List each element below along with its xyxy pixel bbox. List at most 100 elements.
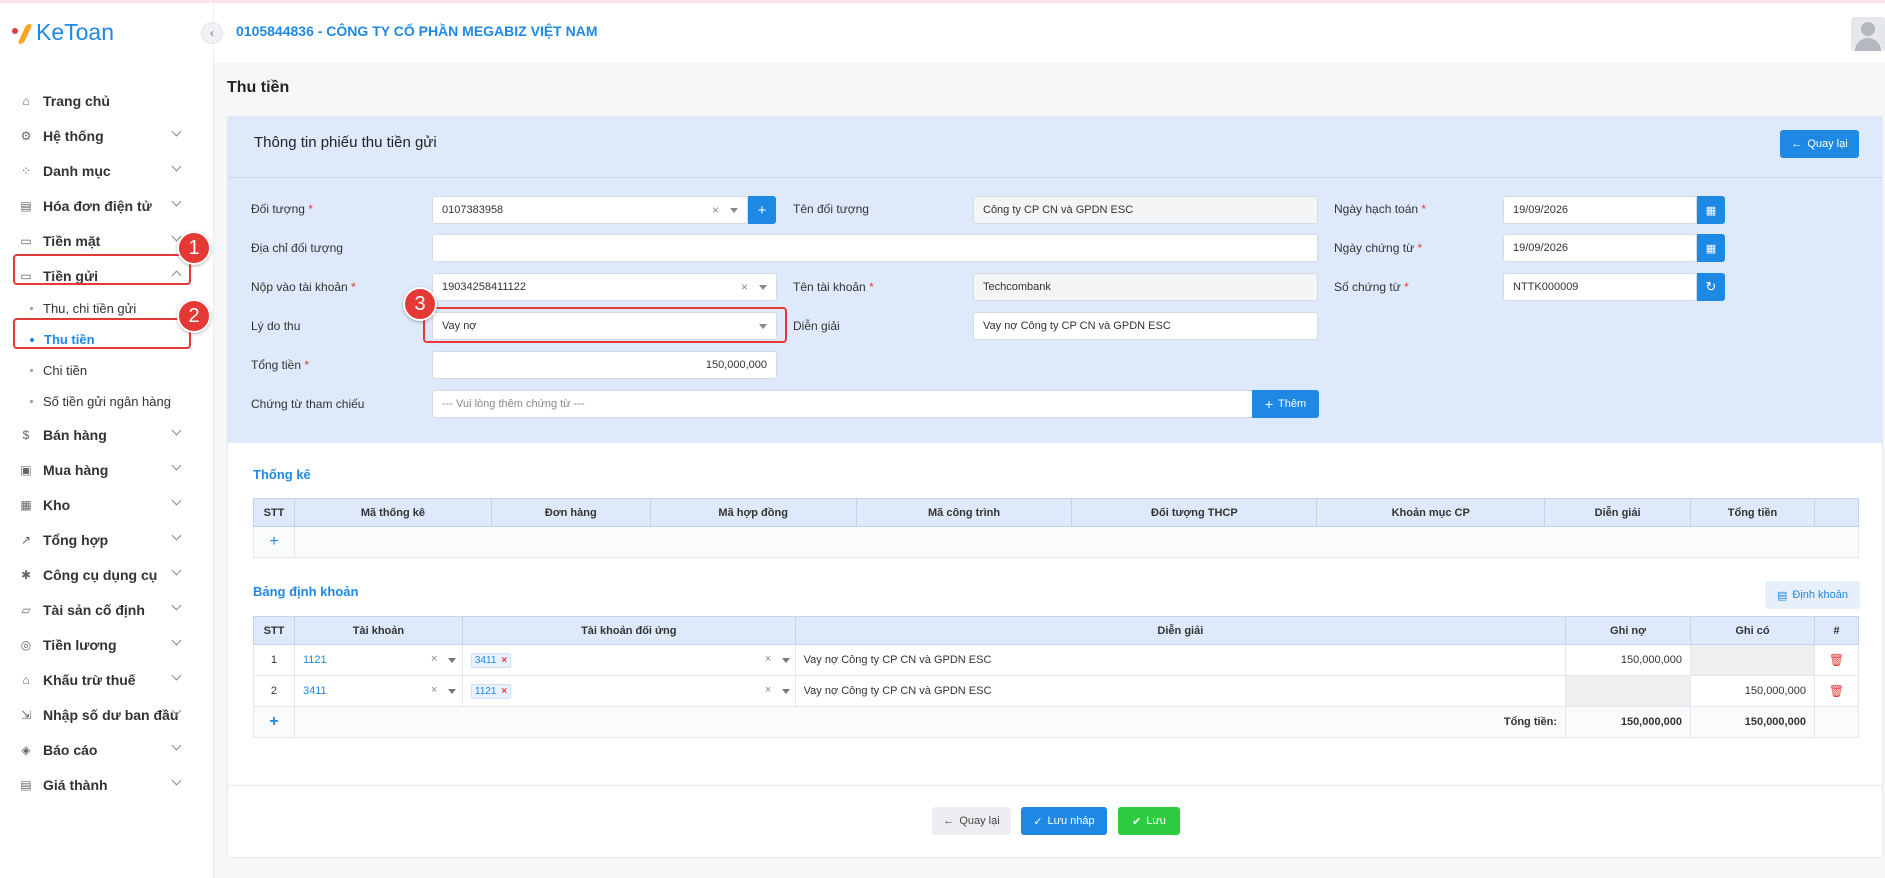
sidebar-item-trang-chu[interactable]: ⌂ Trang chủ [0, 83, 214, 118]
chevron-down-icon [171, 161, 182, 172]
chevron-down-icon [171, 460, 182, 471]
caret-down-icon [447, 689, 456, 694]
tai-khoan-doi-ung-select[interactable]: 1121 × × [461, 675, 796, 707]
trash-icon[interactable]: 🗑 [1813, 644, 1860, 676]
sidebar-item-tong-hop[interactable]: ↗ Tổng hợp [0, 522, 214, 557]
report-icon: ◈ [21, 742, 31, 757]
tong-tien-label: Tổng tiền * [251, 358, 310, 372]
them-button[interactable]: + Thêm [1252, 390, 1319, 418]
dinh-khoan-button[interactable]: ▤ Định khoản [1765, 581, 1860, 609]
sidebar-item-ban-hang[interactable]: $ Bán hàng [0, 417, 214, 452]
trash-icon[interactable]: 🗑 [1813, 675, 1860, 707]
chung-tu-tham-chieu-input[interactable]: --- Vui lòng thêm chứng từ --- [432, 390, 1254, 418]
divider [228, 785, 1882, 786]
ngay-chung-tu-input[interactable]: 19/09/2026 [1503, 234, 1697, 262]
col-doi-tuong-thcp: Đối tượng THCP [1071, 498, 1318, 527]
chevron-down-icon [171, 635, 182, 646]
refresh-icon[interactable]: ↻ [1697, 273, 1725, 301]
grid-icon: ⁘ [20, 163, 32, 178]
add-doi-tuong-button[interactable]: + [748, 196, 776, 224]
tong-tien-input[interactable]: 150,000,000 [432, 351, 777, 379]
row-dien-giai[interactable]: Vay nợ Công ty CP CN và GPDN ESC [794, 644, 1567, 676]
ngay-hach-toan-input[interactable]: 19/09/2026 [1503, 196, 1697, 224]
sidebar-item-hoa-don[interactable]: ▤ Hóa đơn điện tử [0, 188, 214, 223]
back-button[interactable]: ← Quay lại [1780, 130, 1859, 158]
home-icon: ⌂ [22, 93, 30, 108]
nop-vao-tk-select[interactable]: 19034258411122 × [432, 273, 777, 301]
table-header-row: STT Mã thống kê Đơn hàng Mã hợp đồng Mã … [253, 498, 1860, 527]
tai-khoan-select[interactable]: 3411 × [293, 675, 463, 707]
calendar-icon[interactable]: ▦ [1697, 234, 1725, 262]
row-ghi-no[interactable] [1565, 675, 1691, 707]
save-button[interactable]: ✔ Lưu [1118, 807, 1180, 835]
col-dien-giai: Diễn giải [1544, 498, 1692, 527]
sidebar-item-bao-cao[interactable]: ◈ Báo cáo [0, 732, 214, 767]
tai-khoan-doi-ung-select[interactable]: 3411 × × [461, 644, 796, 676]
row-ghi-no[interactable]: 150,000,000 [1565, 644, 1691, 676]
sidebar-item-nhap-so-du[interactable]: ⇲ Nhập số dư ban đầu [0, 697, 214, 732]
add-row-button[interactable]: + [253, 526, 295, 558]
dien-giai-input[interactable]: Vay nợ Công ty CP CN và GPDN ESC [973, 312, 1318, 340]
cart-icon: ▣ [20, 462, 32, 477]
sidebar-item-tai-san[interactable]: ▱ Tài sản cố định [0, 592, 214, 627]
row-ghi-co[interactable] [1690, 644, 1815, 676]
doi-tuong-label: Đối tượng * [251, 202, 313, 216]
caret-down-icon [781, 658, 790, 663]
chevron-down-icon [171, 670, 182, 681]
thong-ke-title: Thống kê [253, 467, 311, 482]
calendar-icon[interactable]: ▦ [1697, 196, 1725, 224]
highlight-thu-tien [13, 318, 191, 349]
row-dien-giai[interactable]: Vay nợ Công ty CP CN và GPDN ESC [794, 675, 1567, 707]
sell-icon: $ [22, 427, 30, 442]
sidebar-item-gia-thanh[interactable]: ▤ Giá thành [0, 767, 214, 802]
total-label: Tổng tiền: [293, 706, 1567, 738]
tai-khoan-select[interactable]: 1121 × [293, 644, 463, 676]
col-tai-khoan-doi-ung: Tài khoản đối ứng [461, 616, 796, 645]
clear-icon[interactable]: × [741, 280, 748, 294]
ten-doi-tuong-field[interactable]: Công ty CP CN và GPDN ESC [973, 196, 1318, 224]
chevron-down-icon [171, 126, 182, 137]
sidebar-collapse-button[interactable]: ‹ [201, 22, 223, 44]
doi-tuong-select[interactable]: 0107383958 × [432, 196, 748, 224]
sidebar-item-khau-tru-thue[interactable]: ⌂ Khấu trừ thuế [0, 662, 214, 697]
clear-icon[interactable]: × [765, 684, 771, 696]
clear-icon[interactable]: × [431, 684, 437, 696]
remove-tag-icon[interactable]: × [501, 686, 507, 697]
sidebar-item-cong-cu[interactable]: ✱ Công cụ dụng cụ [0, 557, 214, 592]
ten-tk-field[interactable]: Techcombank [973, 273, 1318, 301]
sidebar-item-he-thong[interactable]: ⚙ Hệ thống [0, 118, 214, 153]
add-row-button[interactable]: + [253, 706, 295, 738]
plus-icon: + [1264, 396, 1274, 412]
caret-down-icon [759, 285, 767, 290]
col-ma-hop-dong: Mã hợp đồng [649, 498, 857, 527]
caret-down-icon [730, 208, 738, 213]
sidebar-item-kho[interactable]: ▦ Kho [0, 487, 214, 522]
avatar[interactable] [1851, 17, 1885, 51]
col-tong-tien: Tổng tiền [1690, 498, 1815, 527]
sidebar-item-tien-luong[interactable]: ◎ Tiền lương [0, 627, 214, 662]
logo[interactable]: KeToan [12, 19, 114, 46]
ly-do-thu-label: Lý do thu [251, 319, 301, 333]
top-header: 0105844836 - CÔNG TY CỔ PHẦN MEGABIZ VIỆ… [214, 3, 1885, 63]
dien-giai-label: Diễn giải [793, 319, 840, 333]
sidebar-item-mua-hang[interactable]: ▣ Mua hàng [0, 452, 214, 487]
footer-back-button[interactable]: ← Quay lại [932, 807, 1011, 835]
row-ghi-co[interactable]: 150,000,000 [1690, 675, 1815, 707]
chevron-down-icon [171, 600, 182, 611]
company-name[interactable]: 0105844836 - CÔNG TY CỔ PHẦN MEGABIZ VIỆ… [236, 23, 598, 39]
card-title: Thông tin phiếu thu tiền gửi [254, 134, 437, 151]
col-stt: STT [253, 616, 295, 645]
col-dien-giai: Diễn giải [794, 616, 1567, 645]
clear-icon[interactable]: × [431, 653, 437, 665]
sidebar-item-danh-muc[interactable]: ⁘ Danh mục [0, 153, 214, 188]
chevron-down-icon [171, 775, 182, 786]
clear-icon[interactable]: × [712, 203, 719, 217]
dia-chi-input[interactable] [432, 234, 1318, 262]
submenu-so-tien-gui[interactable]: Số tiền gửi ngân hàng [0, 386, 214, 417]
clear-icon[interactable]: × [765, 653, 771, 665]
remove-tag-icon[interactable]: × [501, 655, 507, 666]
save-draft-button[interactable]: ✓ Lưu nháp [1021, 807, 1107, 835]
so-chung-tu-input[interactable]: NTTK000009 [1503, 273, 1697, 301]
table-row: + [253, 526, 1860, 558]
submenu-chi-tien[interactable]: Chi tiền [0, 355, 214, 386]
